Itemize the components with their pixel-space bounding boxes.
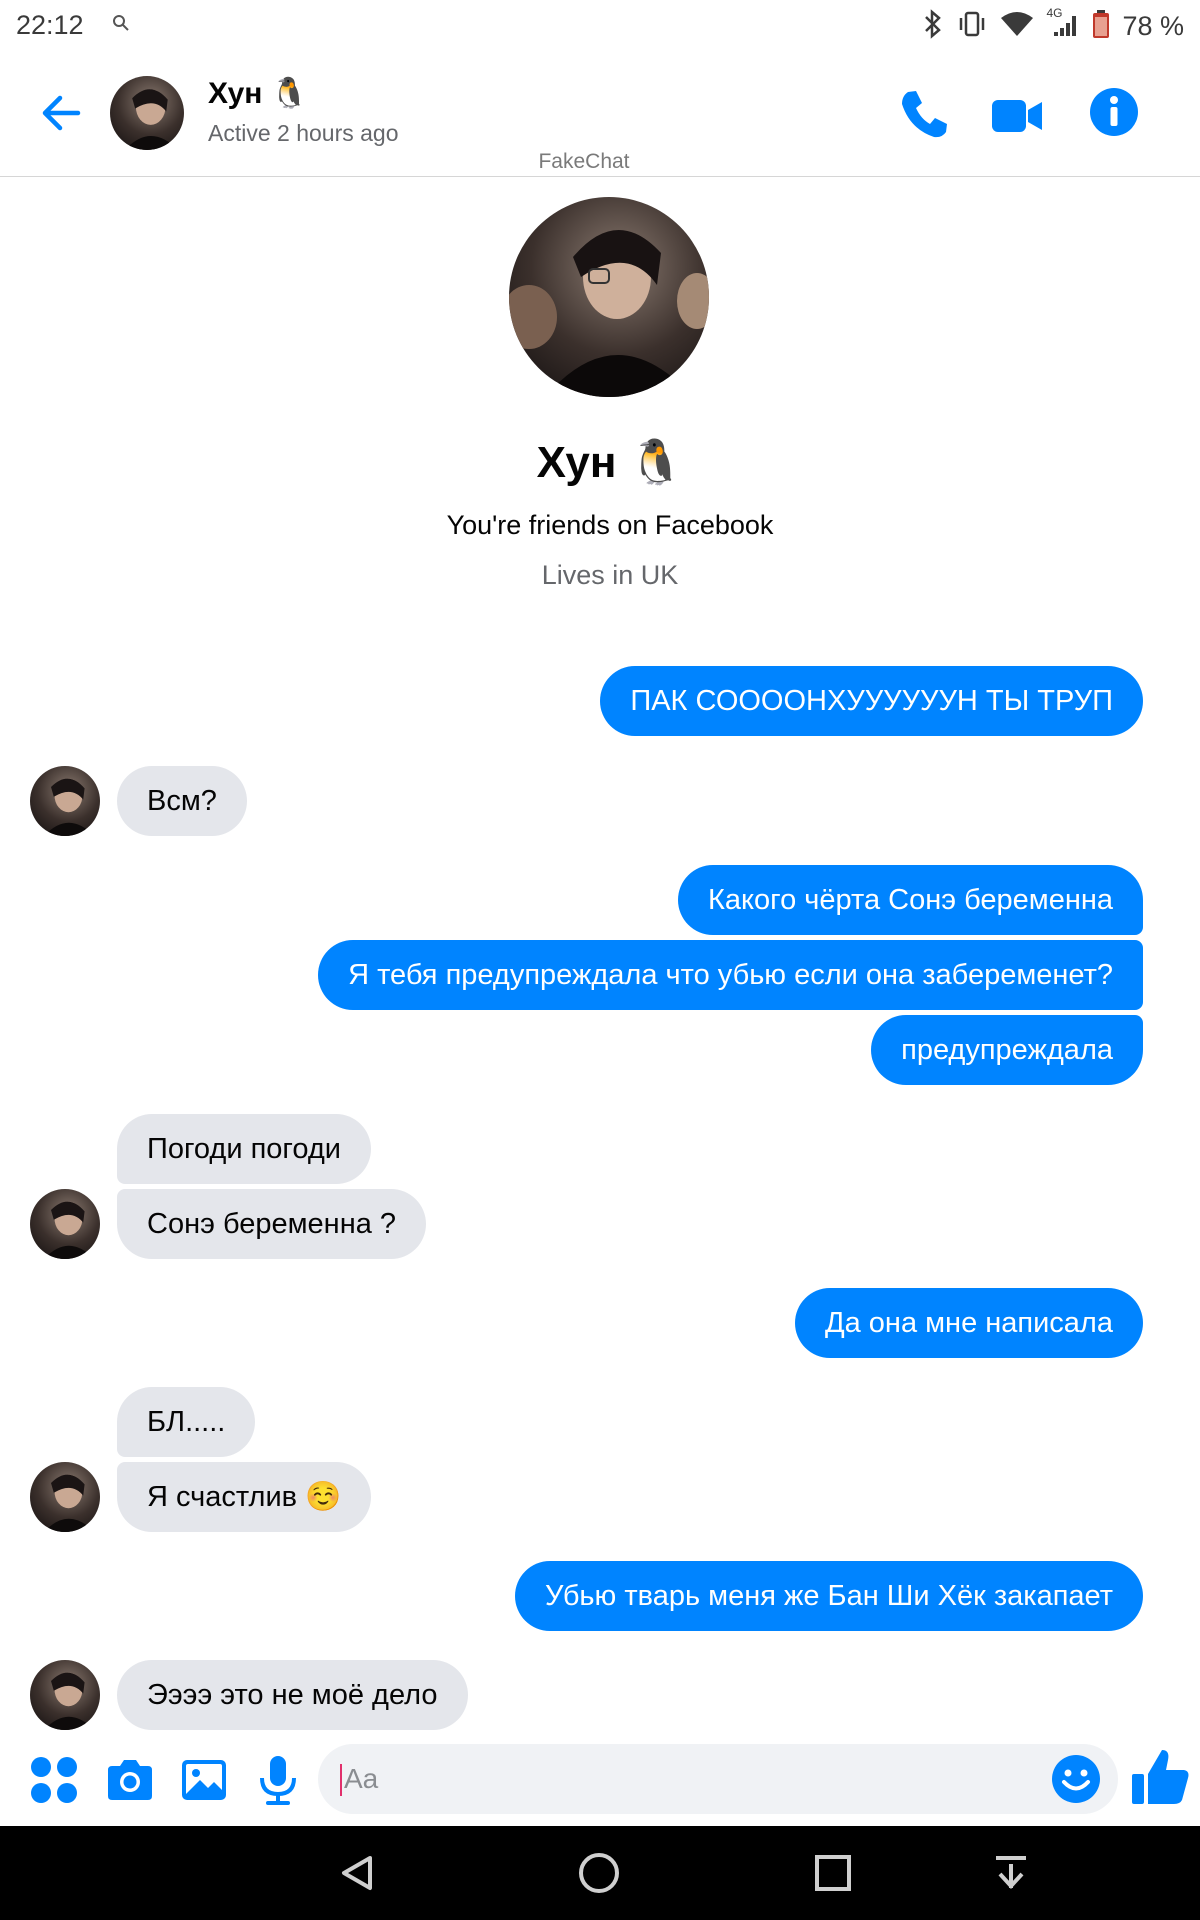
back-icon[interactable] bbox=[336, 1850, 382, 1896]
status-bar: 22:12 4G 78 % bbox=[0, 0, 1200, 50]
watermark: FakeChat bbox=[538, 150, 630, 173]
message-outgoing[interactable]: Я тебя предупреждала что убью если она з… bbox=[318, 940, 1143, 1010]
avatar[interactable] bbox=[30, 1189, 100, 1259]
message-composer: Aa bbox=[0, 1732, 1200, 1826]
message-incoming[interactable]: Ээээ это не моё дело bbox=[117, 1660, 468, 1730]
message-incoming[interactable]: Погоди погоди bbox=[117, 1114, 371, 1184]
signal-icon: 4G bbox=[1046, 6, 1080, 43]
bluetooth-icon bbox=[922, 9, 944, 44]
message-incoming[interactable]: Сонэ беременна ? bbox=[117, 1189, 427, 1259]
phone-icon[interactable] bbox=[896, 86, 952, 142]
thumbs-up-icon[interactable] bbox=[1128, 1744, 1194, 1810]
avatar[interactable] bbox=[30, 766, 100, 836]
input-placeholder: Aa bbox=[344, 1763, 379, 1794]
search-icon bbox=[112, 14, 130, 37]
message-outgoing[interactable]: ПАК СООООНХУУУУУУН ТЫ ТРУП bbox=[600, 666, 1143, 736]
battery-percent: 78 % bbox=[1122, 11, 1184, 41]
contact-name[interactable]: Хун 🐧 bbox=[208, 76, 308, 111]
video-camera-icon[interactable] bbox=[988, 88, 1048, 144]
message-outgoing[interactable]: Какого чёрта Сонэ беременна bbox=[678, 865, 1143, 935]
recents-icon[interactable] bbox=[810, 1850, 856, 1896]
info-icon[interactable] bbox=[1088, 86, 1140, 138]
home-icon[interactable] bbox=[576, 1850, 622, 1896]
friends-text: You're friends on Facebook bbox=[446, 510, 774, 540]
text-caret bbox=[340, 1764, 342, 1796]
avatar[interactable] bbox=[30, 1660, 100, 1730]
vibrate-icon bbox=[956, 9, 988, 44]
avatar[interactable] bbox=[110, 76, 184, 150]
message-input[interactable]: Aa bbox=[318, 1744, 1118, 1814]
chat-header: Хун 🐧 Active 2 hours ago FakeChat bbox=[0, 50, 1200, 177]
camera-icon[interactable] bbox=[104, 1754, 156, 1806]
status-time: 22:12 bbox=[16, 10, 84, 40]
emoji-icon[interactable] bbox=[1050, 1753, 1102, 1805]
location-text: Lives in UK bbox=[541, 560, 679, 590]
message-outgoing[interactable]: Убью тварь меня же Бан Ши Хёк закапает bbox=[515, 1561, 1143, 1631]
profile-name: Хун 🐧 bbox=[536, 438, 684, 487]
microphone-icon[interactable] bbox=[252, 1754, 304, 1806]
battery-icon bbox=[1092, 9, 1110, 44]
avatar[interactable] bbox=[30, 1462, 100, 1532]
message-incoming[interactable]: Я счастлив ☺️ bbox=[117, 1462, 372, 1532]
message-outgoing[interactable]: Да она мне написала bbox=[794, 1288, 1143, 1358]
status-icons: 4G 78 % bbox=[922, 6, 1184, 44]
active-status: Active 2 hours ago bbox=[208, 120, 399, 146]
message-incoming[interactable]: Всм? bbox=[117, 766, 247, 836]
apps-icon[interactable] bbox=[28, 1754, 80, 1806]
message-incoming[interactable]: БЛ..... bbox=[117, 1387, 256, 1457]
network-type: 4G bbox=[1046, 6, 1063, 20]
system-nav-bar bbox=[0, 1826, 1200, 1920]
back-arrow-icon[interactable] bbox=[36, 88, 86, 138]
message-outgoing[interactable]: предупреждала bbox=[871, 1015, 1143, 1085]
notification-pull-icon[interactable] bbox=[988, 1850, 1034, 1896]
wifi-icon bbox=[1000, 10, 1034, 43]
profile-avatar[interactable] bbox=[509, 197, 709, 397]
gallery-icon[interactable] bbox=[178, 1754, 230, 1806]
